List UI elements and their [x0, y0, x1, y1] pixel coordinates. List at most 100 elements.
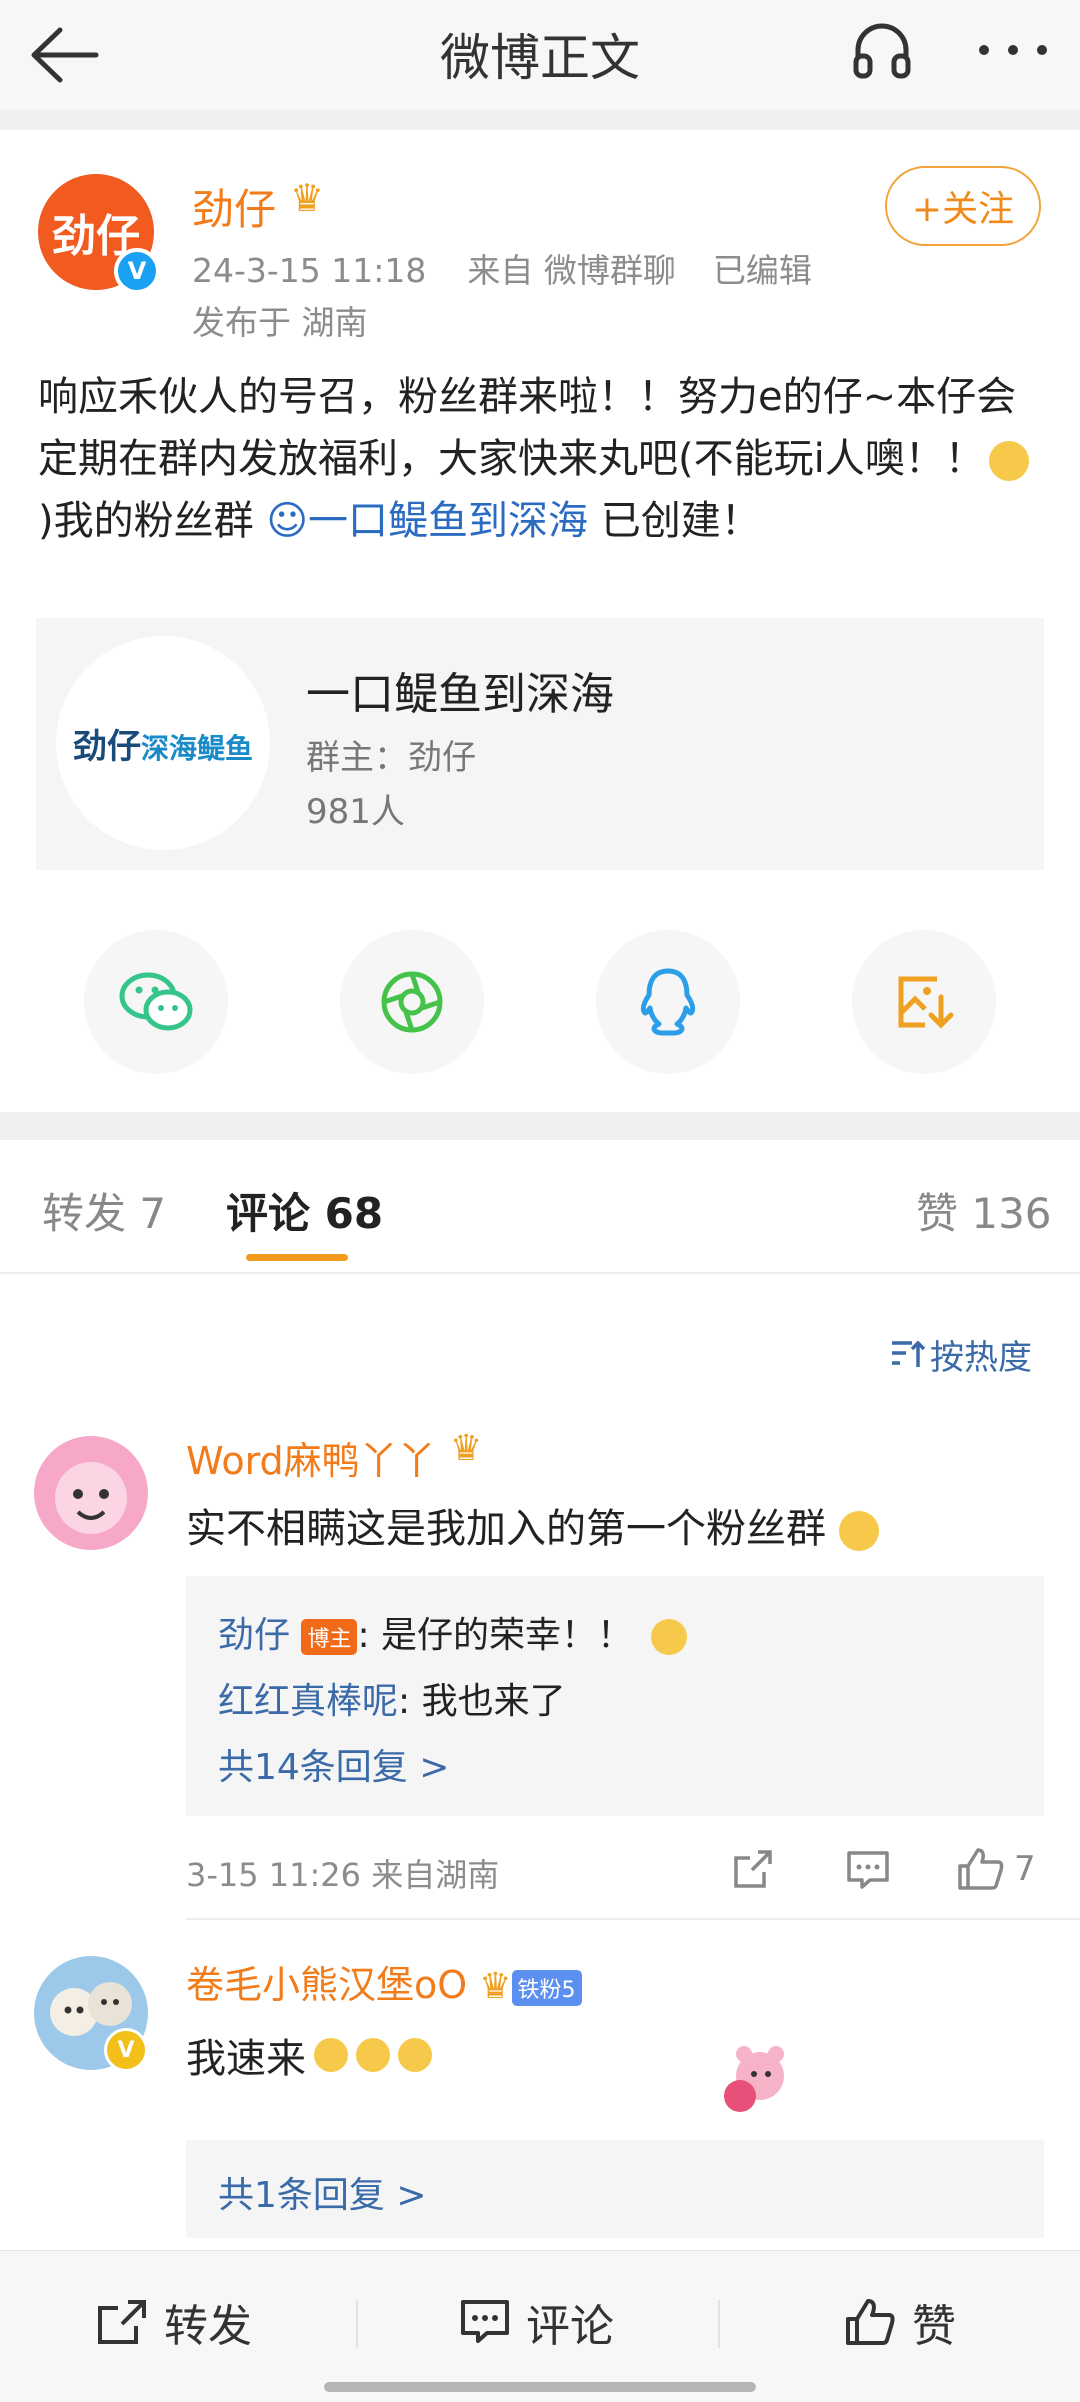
wechat-icon — [119, 972, 193, 1031]
raised-hands-emoji-icon — [314, 2038, 348, 2072]
commenter-name[interactable]: Word麻鸭丫丫 — [186, 1430, 436, 1485]
more-dots-icon — [979, 45, 1047, 55]
bottom-comment-button[interactable]: 评论 — [460, 2290, 614, 2354]
fan-badge: 铁粉5 — [511, 1969, 582, 2006]
save-image-icon — [898, 976, 954, 1029]
author-name[interactable]: 劲仔 — [192, 176, 276, 237]
crying-emoji-icon — [988, 441, 1029, 481]
home-indicator[interactable] — [324, 2382, 756, 2392]
repost-icon — [98, 2300, 146, 2344]
bottom-separator — [718, 2300, 720, 2348]
edited-label[interactable]: 已编辑 — [713, 251, 812, 290]
more-options-button[interactable] — [976, 40, 1050, 60]
post-source[interactable]: 来自 微博群聊 — [467, 251, 676, 290]
sort-label: 按热度 — [930, 1338, 1032, 1378]
bottom-comment-label: 评论 — [526, 2301, 614, 2352]
decorative-bear-sticker — [700, 2040, 796, 2120]
active-tab-indicator — [246, 1254, 348, 1261]
divider — [0, 110, 1080, 130]
group-members: 981人 — [306, 792, 405, 832]
tab-repost[interactable]: 转发 7 — [42, 1180, 166, 1241]
reply-text: : 是仔的荣幸！！ — [357, 1615, 634, 1656]
share-wechat-button[interactable] — [84, 930, 228, 1074]
moments-icon — [381, 971, 443, 1033]
comment-divider — [186, 1918, 1080, 1920]
tabs-divider — [0, 1272, 1080, 1274]
comment-icon — [461, 2300, 509, 2343]
group-card[interactable]: 劲仔深海鳀鱼 一口鳀鱼到深海 群主：劲仔 981人 — [36, 618, 1044, 870]
reply-comment-button[interactable] — [846, 1850, 890, 1894]
bear-sticker-icon — [724, 2046, 784, 2112]
post-text-part1: 响应禾伙人的号召，粉丝群来啦！！努力e的仔~本仔会定期在群内发放福利，大家快来丸… — [38, 374, 1017, 482]
repost-comment-button[interactable] — [732, 1848, 774, 1894]
bottom-separator — [356, 2300, 358, 2348]
page-title: 微博正文 — [440, 29, 640, 87]
comment-meta: 3-15 11:26 来自湖南 — [186, 1856, 500, 1894]
post-location: 发布于 湖南 — [192, 303, 368, 342]
bottom-repost-label: 转发 — [164, 2301, 252, 2352]
reply-text: : 我也来了 — [398, 1681, 566, 1722]
bottom-repost-button[interactable]: 转发 — [96, 2290, 252, 2354]
kiss-emoji-icon — [650, 1619, 687, 1655]
comment-text: 实不相瞒这是我加入的第一个粉丝群 — [186, 1496, 879, 1554]
comment-icon — [847, 1851, 889, 1889]
group-name: 一口鳀鱼到深海 — [306, 669, 614, 720]
crown-icon: ♛ — [479, 1966, 512, 2007]
tab-likes[interactable]: 赞 136 — [916, 1180, 1052, 1241]
logo-brand: 劲仔 — [72, 726, 141, 767]
qq-icon — [640, 968, 696, 1036]
share-moments-button[interactable] — [340, 930, 484, 1074]
like-comment-button[interactable]: 7 — [956, 1846, 1036, 1892]
reply-item: 劲仔 博主: 是仔的荣幸！！ — [218, 1606, 687, 1658]
commenter-name[interactable]: 卷毛小熊汉堡oO — [186, 1963, 467, 2007]
section-divider — [0, 1112, 1080, 1140]
avatar-face-icon — [55, 1462, 127, 1534]
bottom-like-button[interactable]: 赞 — [844, 2290, 956, 2354]
comment-text: 我速来 — [186, 2026, 432, 2084]
thumbs-up-icon — [846, 2299, 895, 2345]
share-qq-button[interactable] — [596, 930, 740, 1074]
group-logo: 劲仔深海鳀鱼 — [56, 636, 270, 850]
post-meta: 24-3-15 11:18 来自 微博群聊 已编辑 — [192, 244, 812, 292]
comment-text-content: 实不相瞒这是我加入的第一个粉丝群 — [186, 1506, 826, 1552]
headphones-icon — [853, 23, 911, 79]
author-badge: 博主 — [301, 1619, 358, 1655]
bottom-like-label: 赞 — [912, 2301, 956, 2352]
thumbs-up-icon — [958, 1848, 1004, 1890]
share-icon — [734, 1850, 772, 1888]
reply-box[interactable]: 劲仔 博主: 是仔的荣幸！！ 红红真棒呢: 我也来了 共14条回复 > — [186, 1576, 1044, 1816]
sort-icon — [892, 1340, 926, 1367]
verified-icon: V — [114, 248, 160, 294]
verified-icon: V — [104, 2028, 148, 2072]
more-replies-link[interactable]: 共14条回复 > — [218, 1738, 449, 1790]
commenter-avatar[interactable] — [34, 1436, 148, 1550]
group-logo-text: 劲仔深海鳀鱼 — [73, 719, 253, 768]
commenter-header: 卷毛小熊汉堡oO ♛ 铁粉5 — [186, 1954, 582, 2009]
group-link[interactable]: ☺一口鳀鱼到深海 — [266, 498, 588, 544]
raised-hands-emoji-icon — [398, 2038, 432, 2072]
more-replies-link[interactable]: 共1条回复 > — [218, 2166, 427, 2218]
follow-button[interactable]: +关注 — [885, 166, 1041, 246]
sort-button[interactable]: 按热度 — [890, 1330, 1032, 1379]
reply-box[interactable]: 共1条回复 > — [186, 2140, 1044, 2238]
heart-eyes-emoji-icon — [838, 1511, 879, 1551]
reply-user[interactable]: 劲仔 — [218, 1615, 290, 1656]
post-text-part2: )我的粉丝群 — [38, 498, 267, 544]
reply-user[interactable]: 红红真棒呢 — [218, 1681, 398, 1722]
crown-icon: ♛ — [450, 1428, 483, 1469]
save-image-button[interactable] — [852, 930, 996, 1074]
group-owner: 群主：劲仔 — [306, 738, 476, 778]
group-link-text: 一口鳀鱼到深海 — [308, 498, 589, 544]
crown-icon: ♛ — [290, 176, 325, 220]
group-icon: ☺ — [266, 498, 309, 544]
comment-text-content: 我速来 — [186, 2036, 306, 2082]
post-time: 24-3-15 11:18 — [192, 251, 427, 290]
reply-item: 红红真棒呢: 我也来了 — [218, 1672, 566, 1724]
raised-hands-emoji-icon — [356, 2038, 390, 2072]
tab-comments[interactable]: 评论 68 — [226, 1180, 383, 1241]
logo-sub: 深海鳀鱼 — [140, 731, 253, 765]
post-text-part3: 已创建！ — [588, 498, 761, 544]
listen-button[interactable] — [850, 18, 914, 82]
post-content: 响应禾伙人的号召，粉丝群来啦！！努力e的仔~本仔会定期在群内发放福利，大家快来丸… — [38, 366, 1048, 552]
like-count: 7 — [1014, 1849, 1036, 1889]
